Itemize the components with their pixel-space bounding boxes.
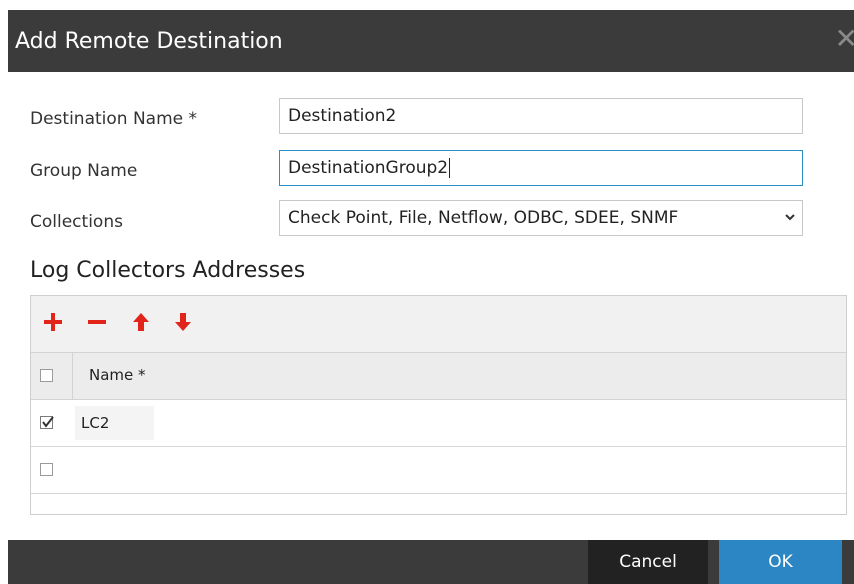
collections-value: Check Point, File, Netflow, ODBC, SDEE, … <box>288 208 679 228</box>
row-checkbox[interactable] <box>40 463 53 476</box>
log-collectors-panel: Name * LC2 <box>30 295 847 515</box>
dialog-title: Add Remote Destination <box>15 29 283 54</box>
minus-icon[interactable] <box>85 308 109 336</box>
select-all-checkbox[interactable] <box>40 369 53 382</box>
destination-name-input[interactable]: Destination2 <box>279 98 803 134</box>
group-name-value: DestinationGroup2 <box>288 158 449 178</box>
close-icon[interactable]: ✕ <box>835 24 854 54</box>
text-caret <box>449 158 451 178</box>
dialog-footer: Cancel OK <box>8 540 854 584</box>
arrow-up-icon[interactable] <box>129 308 153 336</box>
dialog-titlebar: Add Remote Destination ✕ <box>8 10 854 72</box>
arrow-down-icon[interactable] <box>171 308 195 336</box>
table-header: Name * <box>31 353 846 400</box>
collections-select[interactable]: Check Point, File, Netflow, ODBC, SDEE, … <box>279 200 803 236</box>
ok-button[interactable]: OK <box>719 540 842 584</box>
column-divider <box>72 353 73 399</box>
plus-icon[interactable] <box>41 308 65 336</box>
chevron-down-icon <box>784 201 796 235</box>
table-row[interactable]: LC2 <box>31 400 846 447</box>
row-checkbox-checked[interactable] <box>40 416 54 429</box>
table-row[interactable] <box>31 447 846 494</box>
log-collectors-heading: Log Collectors Addresses <box>30 258 306 283</box>
collections-label: Collections <box>30 212 123 232</box>
cancel-button[interactable]: Cancel <box>588 540 708 584</box>
group-name-label: Group Name <box>30 161 138 181</box>
add-remote-destination-dialog: Add Remote Destination ✕ Destination Nam… <box>8 10 854 584</box>
destination-name-value: Destination2 <box>288 106 397 126</box>
name-column-header[interactable]: Name * <box>89 366 146 384</box>
group-name-input[interactable]: DestinationGroup2 <box>279 150 803 186</box>
destination-name-label: Destination Name * <box>30 109 198 129</box>
row-name-cell[interactable]: LC2 <box>75 406 154 440</box>
background-strip <box>0 0 854 10</box>
log-collectors-toolbar <box>31 296 846 353</box>
